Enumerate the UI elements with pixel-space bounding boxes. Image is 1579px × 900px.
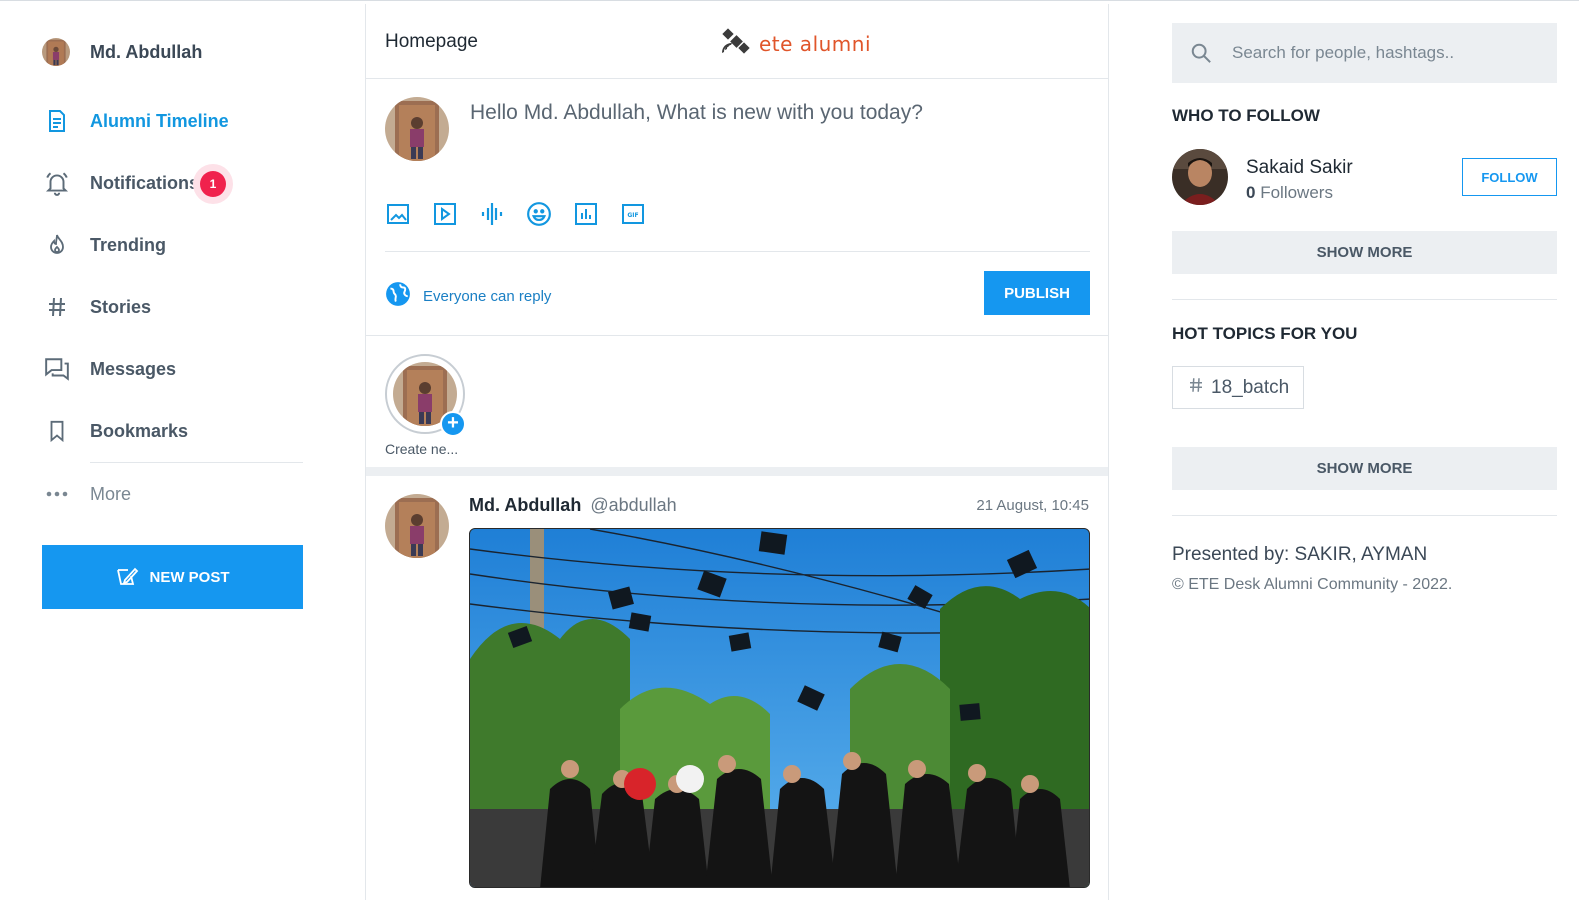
emoji-icon[interactable] [526,201,552,227]
reply-setting-label: Everyone can reply [423,288,552,305]
reply-setting-toggle[interactable]: Everyone can reply [385,281,551,312]
video-icon[interactable] [432,201,458,227]
nav-label: Stories [90,296,152,317]
more-dots-icon [42,479,72,509]
nav-label: Alumni Timeline [90,110,229,131]
post-composer: GIF Everyone can reply PUBLISH [366,79,1108,336]
post-author-handle: @abdullah [590,495,677,515]
notification-badge: 1 [200,171,226,197]
globe-icon [385,281,411,312]
nav-label: Notifications [90,172,200,193]
followers-count: 0 [1246,183,1256,202]
composer-toolbar: GIF [385,201,667,227]
follow-button[interactable]: FOLLOW [1462,158,1557,196]
feed-post: Md. Abdullah @abdullah 21 August, 10:45 [366,476,1108,896]
satellite-icon [721,26,751,61]
composer-divider [385,251,1090,252]
right-sidebar: WHO TO FOLLOW Sakaid Sakir 0 Followers F… [1172,4,1557,900]
new-post-button[interactable]: NEW POST [42,545,303,609]
post-author-avatar[interactable] [385,494,449,558]
presented-by: Presented by: SAKIR, AYMAN [1172,544,1428,565]
post-timestamp: 21 August, 10:45 [976,497,1089,514]
who-to-follow-title: WHO TO FOLLOW [1172,106,1320,125]
nav-item-trending[interactable]: Trending [42,214,303,276]
plus-icon[interactable]: + [440,411,466,437]
nav-item-bookmarks[interactable]: Bookmarks [42,400,303,462]
nav-item-alumni-timeline[interactable]: Alumni Timeline [42,90,303,152]
nav-label: More [90,483,132,504]
topic-chip[interactable]: 18_batch [1172,366,1305,409]
center-column: Homepage ete alumni Hello Md. Abdullah, … [365,4,1109,900]
show-more-follow-button[interactable]: SHOW MORE [1172,231,1557,274]
post-author-name: Md. Abdullah [469,495,582,515]
image-icon[interactable] [385,201,411,227]
post-photo[interactable] [469,528,1090,888]
hashtag-icon [42,292,72,322]
search-input[interactable] [1232,43,1532,63]
stories-bar: + Create ne... [366,336,1108,476]
document-icon [42,106,72,136]
app-logo[interactable]: ete alumni [721,26,871,61]
poll-icon[interactable] [573,201,599,227]
svg-text:GIF: GIF [627,212,638,219]
compose-icon [115,566,139,588]
suggestion-followers: 0 Followers [1246,183,1333,203]
main-nav: Alumni Timeline Notifications 1 Trending… [42,90,303,525]
composer-avatar [385,97,449,161]
search-icon [1190,42,1212,64]
profile-name: Md. Abdullah [90,41,203,62]
chat-icon [42,354,72,384]
suggestion-name[interactable]: Sakaid Sakir [1246,157,1353,179]
section-divider [1172,515,1557,516]
profile-link[interactable]: Md. Abdullah [42,38,202,66]
page-title: Homepage [385,31,478,52]
follow-suggestion: Sakaid Sakir 0 Followers FOLLOW [1172,149,1557,209]
nav-item-notifications[interactable]: Notifications 1 [42,152,303,214]
nav-item-stories[interactable]: Stories [42,276,303,338]
nav-label: Messages [90,358,177,379]
left-sidebar: Md. Abdullah Alumni Timeline Notificatio… [0,4,365,900]
publish-button[interactable]: PUBLISH [984,271,1090,315]
section-divider [1172,299,1557,300]
create-story-label: Create ne... [385,441,459,457]
nav-item-more[interactable]: More [42,463,303,525]
hot-topics-title: HOT TOPICS FOR YOU [1172,324,1358,343]
post-author[interactable]: Md. Abdullah @abdullah [469,495,677,516]
bell-icon [42,168,72,198]
fire-icon [42,230,72,260]
logo-text: ete alumni [759,31,872,56]
center-header: Homepage ete alumni [366,4,1108,79]
user-avatar [42,38,70,66]
topic-label: 18_batch [1211,376,1290,398]
composer-input[interactable] [470,101,1080,125]
new-post-label: NEW POST [149,568,230,586]
nav-item-messages[interactable]: Messages [42,338,303,400]
nav-label: Bookmarks [90,420,189,441]
gif-icon[interactable]: GIF [620,201,646,227]
followers-label: Followers [1260,183,1333,202]
show-more-topics-button[interactable]: SHOW MORE [1172,447,1557,490]
audio-icon[interactable] [479,201,505,227]
suggestion-avatar[interactable] [1172,149,1228,205]
copyright: © ETE Desk Alumni Community - 2022. [1172,576,1453,593]
search-bar[interactable] [1172,23,1557,83]
nav-label: Trending [90,234,166,255]
bookmark-icon [42,416,72,446]
hashtag-icon [1187,376,1205,400]
